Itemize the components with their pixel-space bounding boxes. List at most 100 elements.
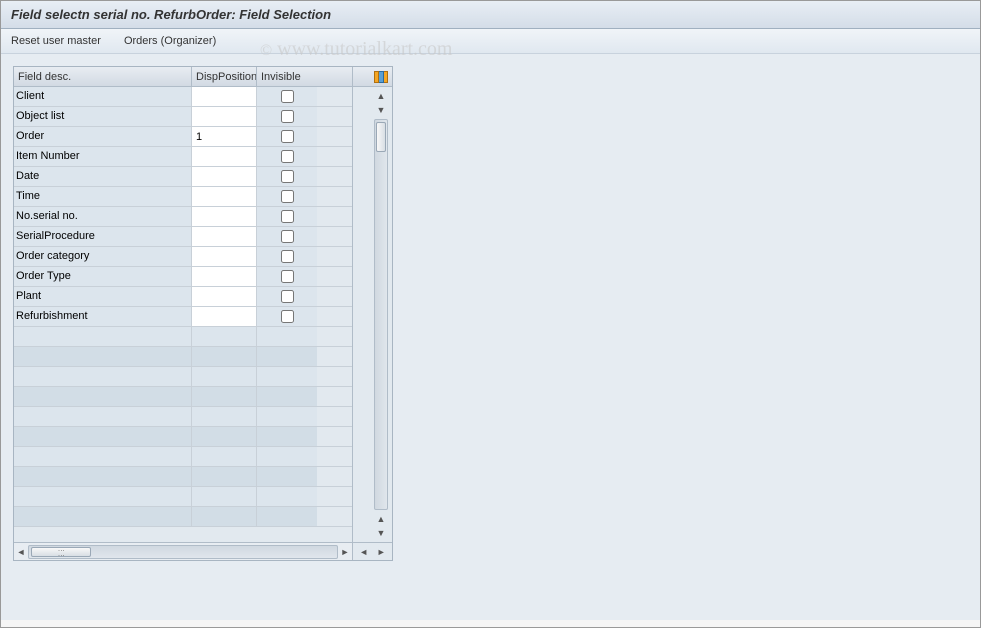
invisible-checkbox[interactable] [281,210,294,223]
cell-disp-position [192,87,257,106]
h-scroll-right-icon[interactable]: ► [340,545,350,559]
cell-invisible [257,307,317,326]
menu-bar: Reset user master Orders (Organizer) [1,29,980,54]
table-row-empty [14,387,352,407]
cell-empty [257,467,317,486]
cell-field-desc: Date [14,167,192,186]
cell-empty [257,367,317,386]
v-scroll-down-icon[interactable]: ▼ [374,103,388,117]
table-row: Order Type [14,267,352,287]
table-row-empty [14,347,352,367]
v-scroll-down2-icon[interactable]: ▼ [374,526,388,540]
invisible-checkbox[interactable] [281,250,294,263]
cell-empty [192,467,257,486]
column-header-field-desc[interactable]: Field desc. [14,67,192,86]
cell-field-desc: Plant [14,287,192,306]
invisible-checkbox[interactable] [281,190,294,203]
disp-position-input[interactable] [194,147,254,166]
cell-empty [14,407,192,426]
table-row: No.serial no. [14,207,352,227]
v-scrollbar-thumb[interactable] [376,122,386,152]
disp-position-input[interactable] [194,207,254,226]
h-scrollbar-container: ◄ ► [14,542,352,560]
cell-field-desc: Time [14,187,192,206]
invisible-checkbox[interactable] [281,310,294,323]
cell-invisible [257,107,317,126]
disp-position-input[interactable] [194,247,254,266]
cell-empty [257,387,317,406]
cell-invisible [257,87,317,106]
column-header-disp-position[interactable]: DispPosition [192,67,257,86]
cell-disp-position [192,167,257,186]
disp-position-input[interactable] [194,307,254,326]
cell-field-desc: Object list [14,107,192,126]
invisible-checkbox[interactable] [281,110,294,123]
disp-position-input[interactable] [194,167,254,186]
column-header-invisible[interactable]: Invisible [257,67,317,86]
cell-invisible [257,267,317,286]
table-row-empty [14,467,352,487]
table-container: Field desc. DispPosition Invisible Clien… [13,66,393,561]
cell-field-desc: Order [14,127,192,146]
cell-invisible [257,167,317,186]
table-row: Time [14,187,352,207]
disp-position-input[interactable] [194,227,254,246]
v-scrollbar-track[interactable] [374,119,388,510]
table-row: Date [14,167,352,187]
v-scroll-up2-icon[interactable]: ▲ [374,512,388,526]
disp-position-input[interactable] [194,267,254,286]
title-bar: Field selectn serial no. RefurbOrder: Fi… [1,1,980,29]
invisible-checkbox[interactable] [281,150,294,163]
menu-reset-user-master[interactable]: Reset user master [11,35,101,47]
table-right-controls: ▲ ▼ ▲ ▼ ◄ ► [352,67,392,560]
disp-position-input[interactable] [194,287,254,306]
cell-empty [192,427,257,446]
cell-field-desc: Client [14,87,192,106]
cell-invisible [257,187,317,206]
h-scrollbar-thumb[interactable] [31,547,91,557]
bottom-right-corner: ◄ ► [353,542,392,560]
table-body: ClientObject listOrderItem NumberDateTim… [14,87,352,542]
cell-invisible [257,207,317,226]
invisible-checkbox[interactable] [281,270,294,283]
invisible-checkbox[interactable] [281,170,294,183]
menu-orders-organizer[interactable]: Orders (Organizer) [124,35,216,47]
cell-empty [14,427,192,446]
cell-invisible [257,247,317,266]
table-row-empty [14,507,352,527]
disp-position-input[interactable] [194,127,254,146]
cell-field-desc: SerialProcedure [14,227,192,246]
cell-invisible [257,127,317,146]
table-row: Order category [14,247,352,267]
invisible-checkbox[interactable] [281,230,294,243]
table-config-icon [374,71,388,83]
cell-empty [14,467,192,486]
table-row-empty [14,487,352,507]
h-scroll-right2-icon[interactable]: ► [376,545,386,559]
disp-position-input[interactable] [194,87,254,106]
cell-empty [14,447,192,466]
table-row: Item Number [14,147,352,167]
disp-position-input[interactable] [194,187,254,206]
h-scrollbar-track[interactable] [28,545,338,559]
table-row-empty [14,447,352,467]
v-scroll-up-icon[interactable]: ▲ [374,89,388,103]
cell-empty [192,487,257,506]
cell-empty [192,367,257,386]
invisible-checkbox[interactable] [281,290,294,303]
table-header: Field desc. DispPosition Invisible [14,67,352,87]
table-row: Client [14,87,352,107]
invisible-checkbox[interactable] [281,90,294,103]
cell-field-desc: Refurbishment [14,307,192,326]
h-scroll-left-icon[interactable]: ◄ [16,545,26,559]
table-row-empty [14,327,352,347]
disp-position-input[interactable] [194,107,254,126]
table-config-button[interactable] [353,67,392,87]
h-scroll-left2-icon[interactable]: ◄ [359,545,369,559]
cell-disp-position [192,307,257,326]
cell-field-desc: No.serial no. [14,207,192,226]
cell-invisible [257,227,317,246]
cell-disp-position [192,227,257,246]
invisible-checkbox[interactable] [281,130,294,143]
table-row: SerialProcedure [14,227,352,247]
